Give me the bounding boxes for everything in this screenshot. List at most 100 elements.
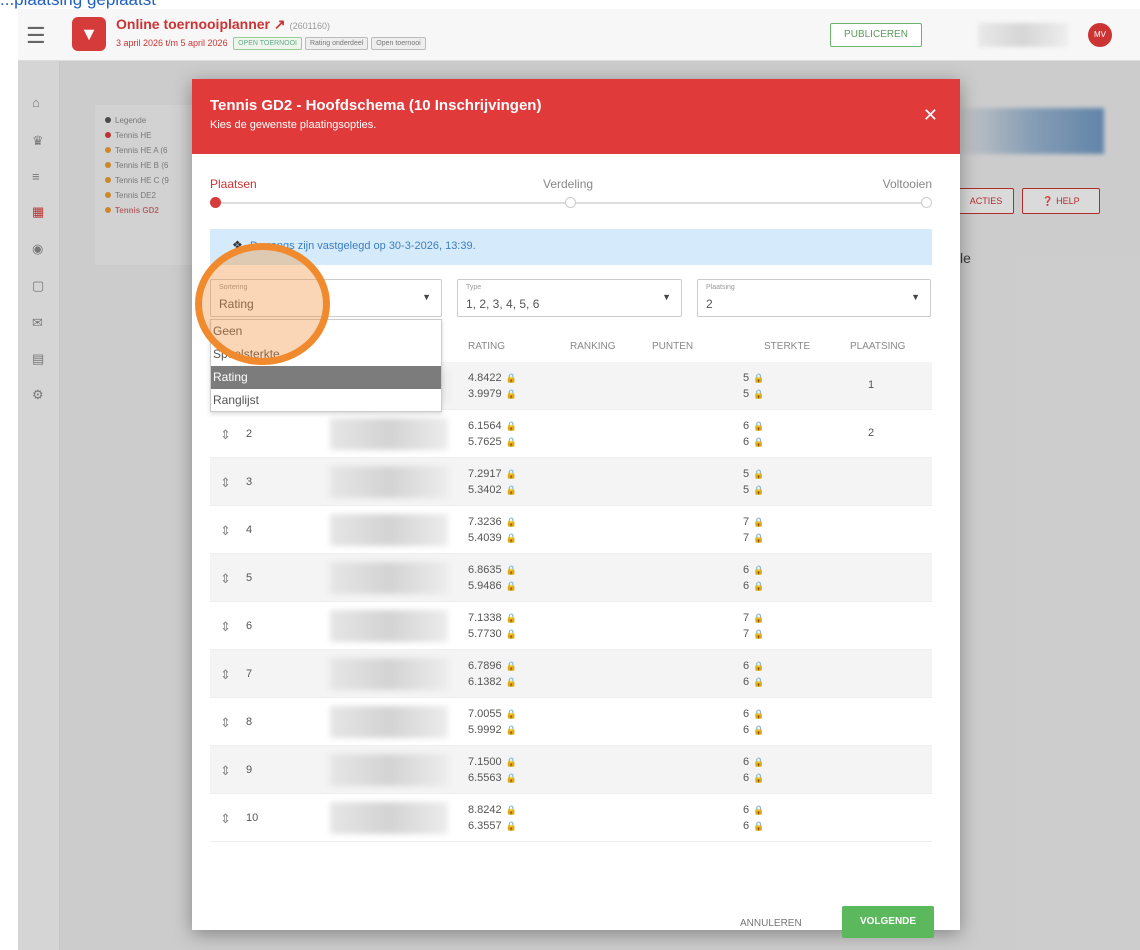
drag-handle-icon[interactable]: ⇕: [220, 763, 231, 779]
plaatsing-select[interactable]: Plaatsing 2 ▼: [697, 279, 931, 317]
external-link-icon[interactable]: ↗: [274, 16, 286, 32]
lock-icon: 🔒: [505, 581, 517, 591]
lock-icon: 🔒: [753, 389, 765, 399]
drag-handle-icon[interactable]: ⇕: [220, 667, 231, 683]
lock-icon: 🔒: [505, 565, 517, 575]
highlight-circle-annotation: [195, 243, 330, 365]
sterkte-cell: 6 🔒 6 🔒: [743, 420, 765, 448]
lock-icon: 🔒: [505, 469, 517, 479]
lock-icon: 🔒: [753, 485, 765, 495]
app-title[interactable]: Online toernooiplanner ↗ (2601160): [116, 16, 330, 33]
rating-cell: 6.8635 🔒 5.9486 🔒: [468, 564, 517, 592]
lock-icon: 🔒: [753, 533, 765, 543]
sterkte-cell: 5 🔒 5 🔒: [743, 468, 765, 496]
blurred-player-name: [330, 562, 448, 594]
table-row[interactable]: ⇕ 8 7.0055 🔒 5.9992 🔒 6 🔒 6 🔒: [210, 698, 932, 746]
column-header[interactable]: PUNTEN: [652, 341, 693, 352]
dropdown-option-selected[interactable]: Rating: [211, 366, 441, 389]
row-number: 6: [246, 620, 253, 632]
blurred-player-name: [330, 418, 448, 450]
step-dot: [565, 197, 576, 208]
lock-icon: 🔒: [505, 709, 517, 719]
column-header[interactable]: STERKTE: [764, 341, 810, 352]
rating-cell: 7.1338 🔒 5.7730 🔒: [468, 612, 517, 640]
lock-icon: 🔒: [505, 661, 517, 671]
sterkte-cell: 6 🔒 6 🔒: [743, 660, 765, 688]
lock-icon: 🔒: [753, 581, 765, 591]
status-badge: Rating onderdeel: [304, 37, 369, 50]
status-badge: Open toernooi: [371, 37, 426, 50]
step-voltooien[interactable]: Voltooien: [883, 177, 932, 191]
lock-icon: 🔒: [505, 629, 517, 639]
table-row[interactable]: ⇕ 6 7.1338 🔒 5.7730 🔒 7 🔒 7 🔒: [210, 602, 932, 650]
drag-handle-icon[interactable]: ⇕: [220, 811, 231, 827]
sterkte-cell: 6 🔒 6 🔒: [743, 804, 765, 832]
drag-handle-icon[interactable]: ⇕: [220, 475, 231, 491]
table-row[interactable]: ⇕ 5 6.8635 🔒 5.9486 🔒 6 🔒 6 🔒: [210, 554, 932, 602]
drag-handle-icon[interactable]: ⇕: [220, 619, 231, 635]
drag-handle-icon[interactable]: ⇕: [220, 571, 231, 587]
plaatsing-cell: 1: [868, 379, 875, 391]
step-plaatsen[interactable]: Plaatsen: [210, 177, 257, 191]
sterkte-cell: 6 🔒 6 🔒: [743, 756, 765, 784]
type-value: 1, 2, 3, 4, 5, 6: [466, 297, 540, 311]
plaatsing-cell: 2: [868, 427, 875, 439]
lock-icon: 🔒: [505, 725, 517, 735]
step-dot-active: [210, 197, 221, 208]
lock-icon: 🔒: [753, 565, 765, 575]
publish-button[interactable]: PUBLICEREN: [830, 23, 922, 47]
lock-icon: 🔒: [753, 821, 765, 831]
row-number: 9: [246, 764, 253, 776]
lock-icon: 🔒: [505, 773, 517, 783]
lock-icon: 🔒: [753, 437, 765, 447]
step-verdeling[interactable]: Verdeling: [543, 177, 593, 191]
hamburger-menu-icon[interactable]: ☰: [26, 23, 46, 49]
blurred-player-name: [330, 802, 448, 834]
row-number: 8: [246, 716, 253, 728]
rating-cell: 4.8422 🔒 3.9979 🔒: [468, 372, 517, 400]
stepper: Plaatsen Verdeling Voltooien: [210, 177, 932, 217]
blurred-player-name: [330, 754, 448, 786]
sterkte-cell: 5 🔒 5 🔒: [743, 372, 765, 400]
column-header[interactable]: RATING: [468, 341, 505, 352]
lock-icon: 🔒: [753, 677, 765, 687]
type-select[interactable]: Type 1, 2, 3, 4, 5, 6 ▼: [457, 279, 682, 317]
lock-icon: 🔒: [505, 421, 517, 431]
table-row[interactable]: ⇕ 9 7.1500 🔒 6.5563 🔒 6 🔒 6 🔒: [210, 746, 932, 794]
sterkte-cell: 7 🔒 7 🔒: [743, 516, 765, 544]
rating-cell: 6.1564 🔒 5.7625 🔒: [468, 420, 517, 448]
lock-icon: 🔒: [505, 517, 517, 527]
lock-icon: 🔒: [753, 421, 765, 431]
caret-down-icon: ▼: [662, 292, 671, 302]
row-number: 4: [246, 524, 253, 536]
drag-handle-icon[interactable]: ⇕: [220, 715, 231, 731]
row-number: 5: [246, 572, 253, 584]
close-icon[interactable]: ✕: [923, 105, 938, 126]
table-row[interactable]: ⇕ 7 6.7896 🔒 6.1382 🔒 6 🔒 6 🔒: [210, 650, 932, 698]
lock-icon: 🔒: [753, 517, 765, 527]
avatar[interactable]: MV: [1088, 23, 1112, 47]
cancel-button[interactable]: ANNULEREN: [740, 918, 802, 929]
blurred-player-name: [330, 706, 448, 738]
column-header[interactable]: RANKING: [570, 341, 616, 352]
sterkte-cell: 7 🔒 7 🔒: [743, 612, 765, 640]
lock-icon: 🔒: [505, 533, 517, 543]
blurred-player-name: [330, 610, 448, 642]
modal-title: Tennis GD2 - Hoofdschema (10 Inschrijvin…: [210, 97, 542, 114]
table-row[interactable]: ⇕ 10 8.8242 🔒 6.3557 🔒 6 🔒 6 🔒: [210, 794, 932, 842]
next-button[interactable]: VOLGENDE: [842, 906, 934, 938]
plaatsing-value: 2: [706, 297, 713, 311]
drag-handle-icon[interactable]: ⇕: [220, 523, 231, 539]
lock-icon: 🔒: [505, 821, 517, 831]
lock-icon: 🔒: [753, 629, 765, 639]
plaatsing-label: Plaatsing: [706, 284, 735, 291]
table-row[interactable]: ⇕ 3 7.2917 🔒 5.3402 🔒 5 🔒 5 🔒: [210, 458, 932, 506]
column-header[interactable]: PLAATSING: [850, 341, 905, 352]
dropdown-option[interactable]: Ranglijst: [211, 389, 441, 412]
step-dot: [921, 197, 932, 208]
table-row[interactable]: ⇕ 4 7.3236 🔒 5.4039 🔒 7 🔒 7 🔒: [210, 506, 932, 554]
modal-subtitle: Kies de gewenste plaatingsopties.: [210, 119, 377, 131]
table-row[interactable]: ⇕ 2 6.1564 🔒 5.7625 🔒 6 🔒 6 🔒 2: [210, 410, 932, 458]
drag-handle-icon[interactable]: ⇕: [220, 427, 231, 443]
type-label: Type: [466, 284, 482, 291]
